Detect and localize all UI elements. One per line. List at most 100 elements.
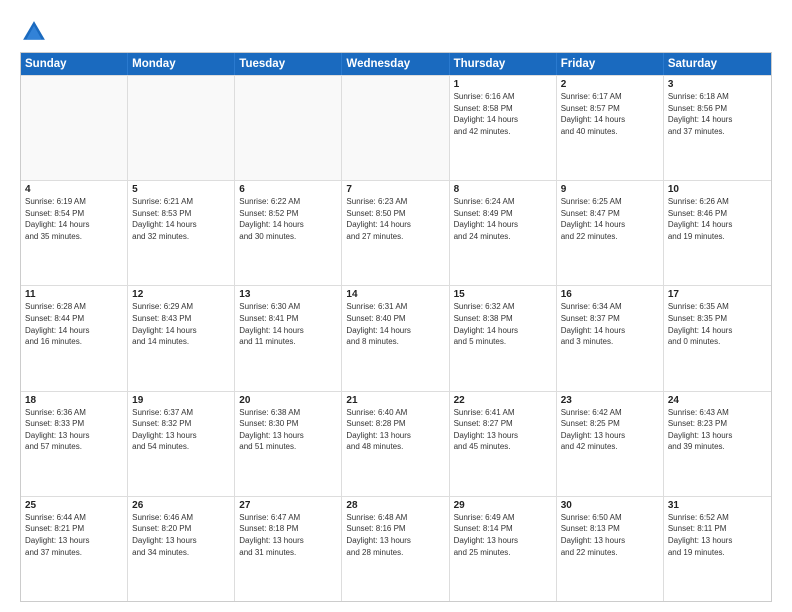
calendar-week-5: 25Sunrise: 6:44 AMSunset: 8:21 PMDayligh… [21,496,771,601]
day-number: 9 [561,184,659,195]
day-number: 23 [561,395,659,406]
day-number: 4 [25,184,123,195]
day-info: Sunrise: 6:50 AMSunset: 8:13 PMDaylight:… [561,512,659,558]
day-number: 28 [346,500,444,511]
calendar-day-16: 16Sunrise: 6:34 AMSunset: 8:37 PMDayligh… [557,286,664,390]
day-number: 12 [132,289,230,300]
header-day-saturday: Saturday [664,53,771,75]
day-number: 13 [239,289,337,300]
calendar-week-1: 1Sunrise: 6:16 AMSunset: 8:58 PMDaylight… [21,75,771,180]
calendar-day-3: 3Sunrise: 6:18 AMSunset: 8:56 PMDaylight… [664,76,771,180]
day-number: 6 [239,184,337,195]
calendar: SundayMondayTuesdayWednesdayThursdayFrid… [20,52,772,602]
calendar-day-22: 22Sunrise: 6:41 AMSunset: 8:27 PMDayligh… [450,392,557,496]
day-number: 3 [668,79,767,90]
day-info: Sunrise: 6:16 AMSunset: 8:58 PMDaylight:… [454,91,552,137]
day-info: Sunrise: 6:44 AMSunset: 8:21 PMDaylight:… [25,512,123,558]
day-info: Sunrise: 6:37 AMSunset: 8:32 PMDaylight:… [132,407,230,453]
calendar-day-24: 24Sunrise: 6:43 AMSunset: 8:23 PMDayligh… [664,392,771,496]
day-info: Sunrise: 6:40 AMSunset: 8:28 PMDaylight:… [346,407,444,453]
logo [20,18,52,46]
day-number: 20 [239,395,337,406]
day-number: 7 [346,184,444,195]
logo-icon [20,18,48,46]
day-number: 22 [454,395,552,406]
day-info: Sunrise: 6:47 AMSunset: 8:18 PMDaylight:… [239,512,337,558]
day-number: 16 [561,289,659,300]
calendar-day-4: 4Sunrise: 6:19 AMSunset: 8:54 PMDaylight… [21,181,128,285]
day-number: 5 [132,184,230,195]
day-number: 8 [454,184,552,195]
day-info: Sunrise: 6:43 AMSunset: 8:23 PMDaylight:… [668,407,767,453]
calendar-day-27: 27Sunrise: 6:47 AMSunset: 8:18 PMDayligh… [235,497,342,601]
day-info: Sunrise: 6:22 AMSunset: 8:52 PMDaylight:… [239,196,337,242]
day-info: Sunrise: 6:46 AMSunset: 8:20 PMDaylight:… [132,512,230,558]
day-number: 27 [239,500,337,511]
calendar-day-29: 29Sunrise: 6:49 AMSunset: 8:14 PMDayligh… [450,497,557,601]
calendar-day-13: 13Sunrise: 6:30 AMSunset: 8:41 PMDayligh… [235,286,342,390]
header [20,18,772,46]
day-number: 18 [25,395,123,406]
calendar-day-8: 8Sunrise: 6:24 AMSunset: 8:49 PMDaylight… [450,181,557,285]
day-number: 2 [561,79,659,90]
page: SundayMondayTuesdayWednesdayThursdayFrid… [0,0,792,612]
header-day-friday: Friday [557,53,664,75]
day-info: Sunrise: 6:31 AMSunset: 8:40 PMDaylight:… [346,301,444,347]
day-number: 14 [346,289,444,300]
day-info: Sunrise: 6:42 AMSunset: 8:25 PMDaylight:… [561,407,659,453]
calendar-day-6: 6Sunrise: 6:22 AMSunset: 8:52 PMDaylight… [235,181,342,285]
day-info: Sunrise: 6:36 AMSunset: 8:33 PMDaylight:… [25,407,123,453]
calendar-week-3: 11Sunrise: 6:28 AMSunset: 8:44 PMDayligh… [21,285,771,390]
day-info: Sunrise: 6:17 AMSunset: 8:57 PMDaylight:… [561,91,659,137]
day-info: Sunrise: 6:26 AMSunset: 8:46 PMDaylight:… [668,196,767,242]
calendar-week-4: 18Sunrise: 6:36 AMSunset: 8:33 PMDayligh… [21,391,771,496]
day-info: Sunrise: 6:28 AMSunset: 8:44 PMDaylight:… [25,301,123,347]
calendar-empty [128,76,235,180]
day-info: Sunrise: 6:19 AMSunset: 8:54 PMDaylight:… [25,196,123,242]
day-number: 30 [561,500,659,511]
header-day-wednesday: Wednesday [342,53,449,75]
day-info: Sunrise: 6:48 AMSunset: 8:16 PMDaylight:… [346,512,444,558]
calendar-day-11: 11Sunrise: 6:28 AMSunset: 8:44 PMDayligh… [21,286,128,390]
day-number: 1 [454,79,552,90]
calendar-day-18: 18Sunrise: 6:36 AMSunset: 8:33 PMDayligh… [21,392,128,496]
calendar-day-7: 7Sunrise: 6:23 AMSunset: 8:50 PMDaylight… [342,181,449,285]
header-day-tuesday: Tuesday [235,53,342,75]
calendar-day-25: 25Sunrise: 6:44 AMSunset: 8:21 PMDayligh… [21,497,128,601]
day-info: Sunrise: 6:18 AMSunset: 8:56 PMDaylight:… [668,91,767,137]
day-info: Sunrise: 6:32 AMSunset: 8:38 PMDaylight:… [454,301,552,347]
calendar-header: SundayMondayTuesdayWednesdayThursdayFrid… [21,53,771,75]
calendar-day-14: 14Sunrise: 6:31 AMSunset: 8:40 PMDayligh… [342,286,449,390]
day-number: 21 [346,395,444,406]
calendar-day-31: 31Sunrise: 6:52 AMSunset: 8:11 PMDayligh… [664,497,771,601]
calendar-day-19: 19Sunrise: 6:37 AMSunset: 8:32 PMDayligh… [128,392,235,496]
header-day-monday: Monday [128,53,235,75]
calendar-day-15: 15Sunrise: 6:32 AMSunset: 8:38 PMDayligh… [450,286,557,390]
day-info: Sunrise: 6:35 AMSunset: 8:35 PMDaylight:… [668,301,767,347]
calendar-empty [235,76,342,180]
header-day-thursday: Thursday [450,53,557,75]
day-number: 24 [668,395,767,406]
calendar-day-26: 26Sunrise: 6:46 AMSunset: 8:20 PMDayligh… [128,497,235,601]
day-info: Sunrise: 6:49 AMSunset: 8:14 PMDaylight:… [454,512,552,558]
calendar-day-12: 12Sunrise: 6:29 AMSunset: 8:43 PMDayligh… [128,286,235,390]
calendar-day-10: 10Sunrise: 6:26 AMSunset: 8:46 PMDayligh… [664,181,771,285]
day-info: Sunrise: 6:41 AMSunset: 8:27 PMDaylight:… [454,407,552,453]
calendar-day-28: 28Sunrise: 6:48 AMSunset: 8:16 PMDayligh… [342,497,449,601]
calendar-day-5: 5Sunrise: 6:21 AMSunset: 8:53 PMDaylight… [128,181,235,285]
calendar-day-9: 9Sunrise: 6:25 AMSunset: 8:47 PMDaylight… [557,181,664,285]
calendar-day-23: 23Sunrise: 6:42 AMSunset: 8:25 PMDayligh… [557,392,664,496]
day-number: 25 [25,500,123,511]
day-number: 17 [668,289,767,300]
day-number: 19 [132,395,230,406]
day-number: 31 [668,500,767,511]
day-info: Sunrise: 6:52 AMSunset: 8:11 PMDaylight:… [668,512,767,558]
day-info: Sunrise: 6:23 AMSunset: 8:50 PMDaylight:… [346,196,444,242]
day-info: Sunrise: 6:30 AMSunset: 8:41 PMDaylight:… [239,301,337,347]
day-info: Sunrise: 6:21 AMSunset: 8:53 PMDaylight:… [132,196,230,242]
calendar-body: 1Sunrise: 6:16 AMSunset: 8:58 PMDaylight… [21,75,771,601]
day-info: Sunrise: 6:24 AMSunset: 8:49 PMDaylight:… [454,196,552,242]
day-info: Sunrise: 6:25 AMSunset: 8:47 PMDaylight:… [561,196,659,242]
header-day-sunday: Sunday [21,53,128,75]
day-number: 29 [454,500,552,511]
